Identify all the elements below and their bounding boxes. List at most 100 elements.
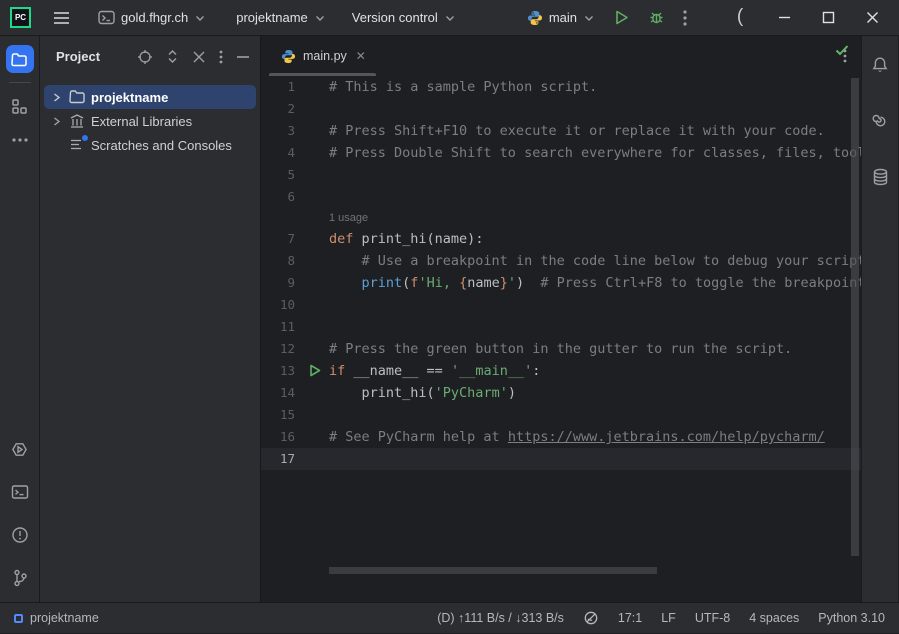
inspections-ok-icon[interactable]	[835, 44, 849, 56]
project-toolwindow-button[interactable]	[6, 45, 34, 73]
code-line-text: print(f'Hi, {name}') # Press Ctrl+F8 to …	[329, 272, 861, 294]
maximize-button[interactable]	[811, 4, 845, 32]
line-separator-widget[interactable]: LF	[661, 611, 676, 625]
right-tool-strip	[861, 36, 898, 602]
gutter-line-number[interactable]: 4	[261, 142, 329, 164]
collapse-all-icon[interactable]	[192, 50, 206, 64]
gutter-line-number[interactable]: 7	[261, 228, 329, 250]
more-toolwindows-button[interactable]	[6, 126, 34, 154]
more-actions-button[interactable]	[675, 6, 695, 30]
problems-toolwindow-button[interactable]	[6, 521, 34, 549]
indent-widget[interactable]: 4 spaces	[749, 611, 799, 625]
clock-badge-icon	[81, 134, 89, 142]
project-selector[interactable]: projektname	[228, 6, 334, 29]
project-selector-label: projektname	[236, 10, 308, 25]
project-panel-header: Project	[40, 36, 260, 77]
tree-item-scratches[interactable]: Scratches and Consoles	[44, 133, 256, 157]
gutter-line-number[interactable]: 16	[261, 426, 329, 448]
notifications-button[interactable]	[866, 51, 894, 79]
vertical-scrollbar[interactable]	[851, 78, 859, 556]
code-line[interactable]: 10	[261, 294, 861, 316]
gutter-line-number[interactable]: 5	[261, 164, 329, 186]
gutter-line-number[interactable]: 1	[261, 76, 329, 98]
code-line[interactable]: 6	[261, 186, 861, 208]
code-line[interactable]: 15	[261, 404, 861, 426]
code-line[interactable]: 1# This is a sample Python script.	[261, 76, 861, 98]
hide-window-icon[interactable]: (	[723, 3, 757, 31]
tab-close-icon[interactable]: ✕	[356, 49, 366, 63]
main-menu-button[interactable]	[45, 7, 78, 29]
python-logo-icon	[527, 10, 543, 26]
ai-assistant-button[interactable]	[866, 107, 894, 135]
remote-host-label: gold.fhgr.ch	[121, 10, 188, 25]
gutter-line-number[interactable]: 8	[261, 250, 329, 272]
gutter-line-number[interactable]: 10	[261, 294, 329, 316]
chevron-right-icon[interactable]	[48, 89, 64, 105]
caret-position-widget[interactable]: 17:1	[618, 611, 642, 625]
tree-item-label: External Libraries	[91, 114, 192, 129]
code-line-text: def print_hi(name):	[329, 228, 483, 250]
highlighting-level-icon[interactable]	[583, 610, 599, 626]
code-line[interactable]: 7def print_hi(name):	[261, 228, 861, 250]
panel-options-icon[interactable]	[219, 50, 223, 64]
usage-inlay-hint[interactable]: 1 usage	[261, 208, 861, 228]
interpreter-widget[interactable]: Python 3.10	[818, 611, 885, 625]
gutter-line-number[interactable]: 2	[261, 98, 329, 120]
remote-host-selector[interactable]: gold.fhgr.ch	[90, 6, 214, 29]
tree-item-projektname[interactable]: projektname	[44, 85, 256, 109]
code-line-text: # See PyCharm help at https://www.jetbra…	[329, 426, 825, 448]
scratches-icon	[69, 137, 86, 154]
debug-button[interactable]	[640, 5, 673, 30]
code-line[interactable]: 2	[261, 98, 861, 120]
code-line[interactable]: 8 # Use a breakpoint in the code line be…	[261, 250, 861, 272]
terminal-toolwindow-button[interactable]	[6, 478, 34, 506]
code-line[interactable]: 11	[261, 316, 861, 338]
structure-toolwindow-button[interactable]	[6, 92, 34, 120]
locate-file-icon[interactable]	[137, 49, 153, 65]
code-line[interactable]: 3# Press Shift+F10 to execute it or repl…	[261, 120, 861, 142]
chevron-right-icon[interactable]	[48, 113, 64, 129]
version-control-menu[interactable]: Version control	[344, 6, 464, 29]
network-speed-widget: (D) ↑111 B/s / ↓313 B/s	[437, 611, 564, 625]
tab-main-py[interactable]: main.py ✕	[269, 36, 376, 76]
code-line-text: if __name__ == '__main__':	[329, 360, 540, 382]
gutter-line-number[interactable]: 11	[261, 316, 329, 338]
horizontal-scrollbar[interactable]	[329, 567, 657, 574]
code-line[interactable]: 12# Press the green button in the gutter…	[261, 338, 861, 360]
expand-collapse-icon[interactable]	[166, 49, 179, 64]
python-file-icon	[281, 49, 296, 64]
gutter-line-number[interactable]: 15	[261, 404, 329, 426]
statusbar-project-widget[interactable]: projektname	[14, 611, 99, 625]
terminal-host-icon	[98, 10, 115, 25]
hide-panel-icon[interactable]	[236, 55, 250, 59]
code-line[interactable]: 4# Press Double Shift to search everywhe…	[261, 142, 861, 164]
run-button[interactable]	[605, 5, 638, 30]
services-toolwindow-button[interactable]	[6, 435, 34, 463]
gutter-line-number[interactable]: 3	[261, 120, 329, 142]
code-line[interactable]: 9 print(f'Hi, {name}') # Press Ctrl+F8 t…	[261, 272, 861, 294]
gutter-line-number[interactable]: 6	[261, 186, 329, 208]
encoding-widget[interactable]: UTF-8	[695, 611, 730, 625]
close-button[interactable]	[855, 4, 889, 32]
tree-item-external-libraries[interactable]: External Libraries	[44, 109, 256, 133]
minimize-button[interactable]	[767, 4, 801, 32]
run-configuration-selector[interactable]: main	[519, 6, 603, 30]
gutter-line-number[interactable]: 13	[261, 360, 329, 382]
code-line[interactable]: 14 print_hi('PyCharm')	[261, 382, 861, 404]
project-panel-title: Project	[56, 49, 100, 64]
git-toolwindow-button[interactable]	[6, 564, 34, 592]
gutter-line-number[interactable]: 12	[261, 338, 329, 360]
run-line-icon[interactable]	[309, 364, 321, 377]
gutter-line-number[interactable]: 17	[261, 448, 329, 470]
code-line[interactable]: 17	[261, 448, 861, 470]
code-line[interactable]: 13if __name__ == '__main__':	[261, 360, 861, 382]
code-line[interactable]: 16# See PyCharm help at https://www.jetb…	[261, 426, 861, 448]
gutter-line-number[interactable]: 9	[261, 272, 329, 294]
code-editor[interactable]: 1# This is a sample Python script.23# Pr…	[261, 76, 861, 602]
gutter-line-number[interactable]: 14	[261, 382, 329, 404]
code-line[interactable]: 5	[261, 164, 861, 186]
title-bar: PC gold.fhgr.ch projektname Version cont…	[0, 0, 899, 36]
tree-item-label: projektname	[91, 90, 168, 105]
database-button[interactable]	[866, 163, 894, 191]
chevron-down-icon	[194, 12, 206, 24]
